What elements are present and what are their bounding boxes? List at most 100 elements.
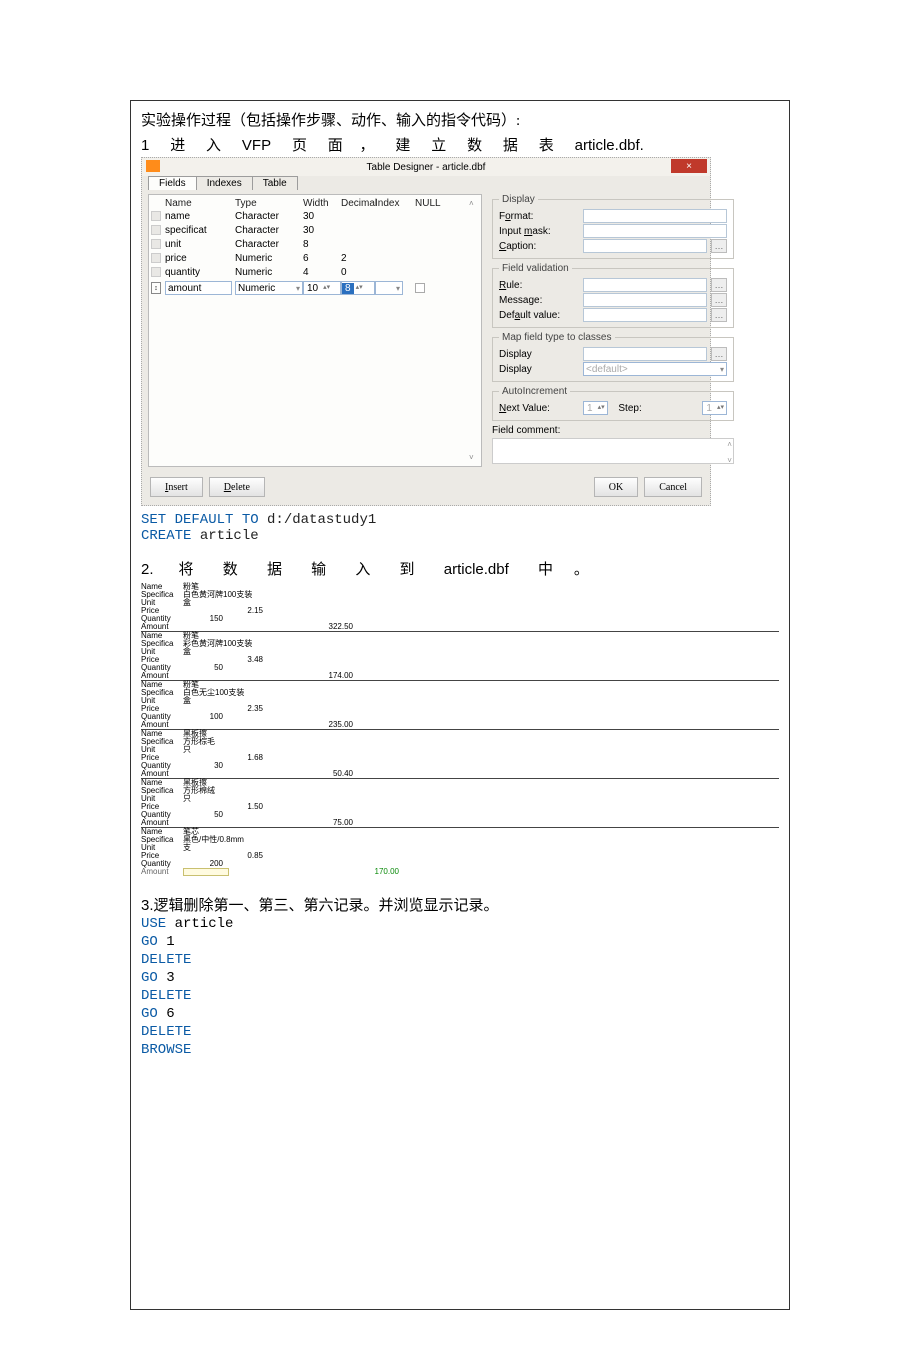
comment-area: ˄ ˅ xyxy=(492,438,734,467)
message-browse-button[interactable]: … xyxy=(711,293,727,307)
displayclass-combo[interactable]: <default>▾ xyxy=(583,362,727,376)
step2-line: 2. 将 数 据 输 入 到 article.dbf 中 。 xyxy=(141,558,779,579)
step-spinner[interactable]: 1▴▾ xyxy=(702,401,727,415)
cell: 4 xyxy=(303,267,341,278)
col-index: Index xyxy=(375,198,415,209)
combo-value: Numeric xyxy=(238,283,275,294)
col-width: Width xyxy=(303,198,341,209)
spin-value: 1 xyxy=(703,403,715,414)
step3-title: 3.逻辑删除第一、第三、第六记录。并浏览显示记录。 xyxy=(141,894,779,915)
t: 数 xyxy=(467,137,482,154)
comment-textarea[interactable] xyxy=(492,438,734,464)
default-browse-button[interactable]: … xyxy=(711,308,727,322)
cell: price xyxy=(165,253,235,264)
tab-table[interactable]: Table xyxy=(252,176,298,190)
spinner-arrows-icon[interactable]: ▴▾ xyxy=(596,405,607,411)
field-row[interactable]: quantity Numeric 4 0 xyxy=(149,265,481,279)
field-row[interactable]: specificat Character 30 xyxy=(149,223,481,237)
cell: quantity xyxy=(165,267,235,278)
scroll-up-icon[interactable]: ˄ xyxy=(727,440,732,449)
keyword: CREATE xyxy=(141,528,200,544)
field-row[interactable]: name Character 30 xyxy=(149,209,481,223)
chevron-down-icon: ▾ xyxy=(296,284,300,293)
spinner-arrows-icon[interactable]: ▴▾ xyxy=(715,405,726,411)
document-title: 实验操作过程（包括操作步骤、动作、输入的指令代码）: xyxy=(141,109,779,130)
t: 据 xyxy=(267,561,282,578)
next-spinner[interactable]: 1▴▾ xyxy=(583,401,608,415)
index-combo[interactable]: ▾ xyxy=(375,281,403,295)
t: 1 xyxy=(141,137,149,154)
t: article.dbf. xyxy=(575,137,644,154)
field-row[interactable]: unit Character 8 xyxy=(149,237,481,251)
tab-indexes[interactable]: Indexes xyxy=(196,176,253,190)
col-name: Name xyxy=(165,198,235,209)
t: 立 xyxy=(431,137,446,154)
decimal-spinner[interactable]: 8 ▴▾ xyxy=(341,281,375,295)
autoincrement-group: AutoIncrement Next Value: 1▴▾ Step: 1▴▾ xyxy=(492,386,734,421)
spin-value: 1 xyxy=(584,403,596,414)
tab-fields[interactable]: Fields xyxy=(148,176,197,190)
t: ， xyxy=(359,137,374,154)
rule-input[interactable] xyxy=(583,278,707,292)
cell: 30 xyxy=(303,211,341,222)
row-grip-icon[interactable] xyxy=(151,239,161,249)
type-combo[interactable]: Numeric ▾ xyxy=(235,281,303,295)
caption-browse-button[interactable]: … xyxy=(711,239,727,253)
map-group: Map field type to classes Display… Displ… xyxy=(492,332,734,382)
caption-input[interactable] xyxy=(583,239,707,253)
t: 入 xyxy=(206,137,221,154)
page-frame: 实验操作过程（包括操作步骤、动作、输入的指令代码）: 1 进 入 VFP 页 面… xyxy=(130,100,790,1310)
field-row-editing[interactable]: ↕ Numeric ▾ 10 ▴▾ 8 ▴▾ ▾ xyxy=(149,279,481,297)
scroll-down-icon[interactable]: ˅ xyxy=(469,453,479,462)
displayclass-label: Display xyxy=(499,364,579,375)
legend: AutoIncrement xyxy=(499,386,570,397)
displaylib-browse-button[interactable]: … xyxy=(711,347,727,361)
chevron-down-icon: ▾ xyxy=(396,284,400,293)
displaylib-input[interactable] xyxy=(583,347,707,361)
t: 2. xyxy=(141,561,154,578)
field-row[interactable]: price Numeric 6 2 xyxy=(149,251,481,265)
close-button[interactable]: × xyxy=(671,159,707,173)
step1-line: 1 进 入 VFP 页 面 ， 建 立 数 据 表 article.dbf. xyxy=(141,134,779,155)
validation-group: Field validation Rule:… Message:… Defaul… xyxy=(492,263,734,328)
literal: article xyxy=(200,528,259,544)
spin-value: 10 xyxy=(304,283,321,294)
cancel-button[interactable]: Cancel xyxy=(644,477,702,497)
t: 输 xyxy=(311,561,326,578)
format-input[interactable] xyxy=(583,209,727,223)
designer-body: Name Type Width Decimal Index NULL ˄ nam… xyxy=(142,190,710,471)
default-label: Default value: xyxy=(499,310,579,321)
spinner-arrows-icon[interactable]: ▴▾ xyxy=(321,285,332,291)
t: 页 xyxy=(292,137,307,154)
insert-button[interactable]: Insert xyxy=(150,477,203,497)
row-grip-icon[interactable] xyxy=(151,253,161,263)
cell: name xyxy=(165,211,235,222)
default-input[interactable] xyxy=(583,308,707,322)
field-name-input[interactable] xyxy=(165,281,232,295)
caption-label: Caption: xyxy=(499,241,579,252)
format-label: Format: xyxy=(499,211,579,222)
mask-label: Input mask: xyxy=(499,226,579,237)
code-line-1: SET DEFAULT TO d:/datastudy1 xyxy=(141,512,779,528)
t: 入 xyxy=(355,561,370,578)
mask-input[interactable] xyxy=(583,224,727,238)
width-spinner[interactable]: 10 ▴▾ xyxy=(303,281,341,295)
row-grip-icon[interactable] xyxy=(151,211,161,221)
scroll-down-icon[interactable]: ˅ xyxy=(727,456,732,465)
t: 表 xyxy=(539,137,554,154)
scroll-up-icon[interactable]: ˄ xyxy=(469,199,479,208)
cell: unit xyxy=(165,239,235,250)
dialog-buttons: Insert Delete OK Cancel xyxy=(142,471,710,505)
row-move-icon[interactable]: ↕ xyxy=(151,282,161,294)
t: 将 xyxy=(179,561,194,578)
message-input[interactable] xyxy=(583,293,707,307)
row-grip-icon[interactable] xyxy=(151,267,161,277)
keyword: SET DEFAULT TO xyxy=(141,512,267,528)
literal: d:/datastudy1 xyxy=(267,512,376,528)
null-checkbox[interactable] xyxy=(415,283,425,293)
rule-browse-button[interactable]: … xyxy=(711,278,727,292)
delete-button[interactable]: Delete xyxy=(209,477,265,497)
ok-button[interactable]: OK xyxy=(594,477,638,497)
spinner-arrows-icon[interactable]: ▴▾ xyxy=(354,285,365,291)
row-grip-icon[interactable] xyxy=(151,225,161,235)
